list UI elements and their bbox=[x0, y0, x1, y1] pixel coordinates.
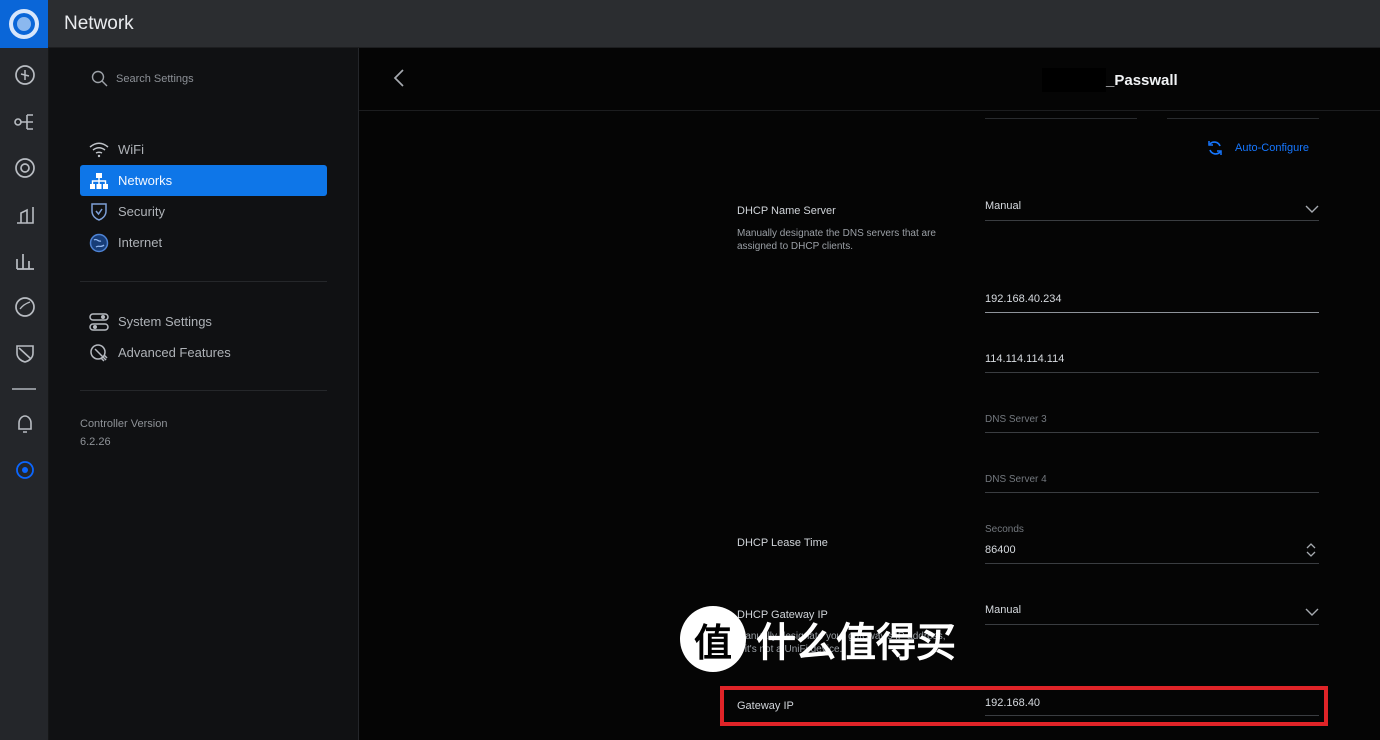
back-icon[interactable] bbox=[391, 68, 409, 88]
nav-label: Internet bbox=[118, 235, 163, 250]
dhcp-lease-time-label: DHCP Lease Time bbox=[737, 537, 828, 549]
shield-check-icon bbox=[88, 201, 109, 222]
chevron-down-icon[interactable] bbox=[1305, 204, 1319, 214]
lease-time-input[interactable]: 86400 bbox=[985, 544, 1016, 556]
field-line bbox=[985, 312, 1319, 313]
dhcp-name-server-label: DHCP Name Server bbox=[737, 205, 836, 217]
wifi-icon bbox=[88, 139, 109, 160]
globe-icon bbox=[88, 232, 109, 253]
topology-icon[interactable] bbox=[12, 109, 37, 134]
dns-server-1-input[interactable]: 192.168.40.234 bbox=[985, 293, 1061, 305]
notifications-icon[interactable] bbox=[12, 411, 37, 436]
settings-icon[interactable] bbox=[12, 457, 37, 482]
shield-icon[interactable] bbox=[12, 294, 37, 319]
rail-divider bbox=[12, 388, 36, 390]
toggle-icon bbox=[88, 311, 109, 332]
nav-label: Security bbox=[118, 204, 165, 219]
app-title: Network bbox=[64, 13, 134, 34]
controller-version: 6.2.26 bbox=[80, 436, 111, 448]
network-tree-icon bbox=[88, 170, 109, 191]
devices-icon[interactable] bbox=[12, 155, 37, 180]
stepper-icon[interactable] bbox=[1306, 542, 1316, 558]
dns-server-2-input[interactable]: 114.114.114.114 bbox=[985, 353, 1064, 365]
search-icon bbox=[91, 70, 108, 87]
controller-version-label: Controller Version bbox=[80, 418, 168, 430]
nav-item-advanced-features[interactable]: Advanced Features bbox=[80, 337, 327, 368]
nav-label: WiFi bbox=[118, 142, 144, 157]
redacted-network-name bbox=[1042, 68, 1106, 92]
nav-divider bbox=[80, 390, 327, 391]
field-line bbox=[985, 563, 1319, 564]
nav-item-wifi[interactable]: WiFi bbox=[80, 134, 327, 165]
nav-label: System Settings bbox=[118, 314, 212, 329]
nav-item-security[interactable]: Security bbox=[80, 196, 327, 227]
previous-field-line bbox=[985, 118, 1137, 119]
watermark: 值 什么值得买 bbox=[680, 606, 956, 672]
field-line bbox=[985, 432, 1319, 433]
red-highlight-box bbox=[720, 686, 1328, 726]
watermark-badge: 值 bbox=[680, 606, 746, 672]
nav-item-internet[interactable]: Internet bbox=[80, 227, 327, 258]
statistics-icon[interactable] bbox=[12, 202, 37, 227]
search-placeholder: Search Settings bbox=[116, 72, 194, 85]
watermark-text: 什么值得买 bbox=[756, 621, 956, 665]
events-icon[interactable] bbox=[12, 340, 37, 365]
dashboard-icon[interactable] bbox=[12, 62, 37, 87]
nav-divider bbox=[80, 281, 327, 282]
dhcp-name-server-help: Manually designate the DNS servers that … bbox=[737, 228, 936, 252]
field-line bbox=[985, 624, 1319, 625]
icon-rail bbox=[0, 48, 49, 740]
field-line bbox=[985, 492, 1319, 493]
previous-field-line bbox=[1167, 118, 1319, 119]
advanced-icon bbox=[88, 342, 109, 363]
dns-server-3-input[interactable]: DNS Server 3 bbox=[985, 414, 1047, 425]
insights-icon[interactable] bbox=[12, 248, 37, 273]
field-line bbox=[985, 372, 1319, 373]
dns-server-4-input[interactable]: DNS Server 4 bbox=[985, 474, 1047, 485]
top-bar: Network bbox=[0, 0, 1380, 48]
nav-label: Advanced Features bbox=[118, 345, 231, 360]
unifi-logo[interactable] bbox=[0, 0, 48, 48]
content-header: _Passwall bbox=[359, 48, 1380, 111]
nav-item-system-settings[interactable]: System Settings bbox=[80, 306, 327, 337]
search-input[interactable]: Search Settings bbox=[91, 70, 194, 87]
field-line bbox=[985, 220, 1319, 221]
nav-label: Networks bbox=[118, 173, 173, 188]
page-title: _Passwall bbox=[1106, 72, 1178, 89]
auto-configure-label: Auto-Configure bbox=[1235, 142, 1309, 154]
auto-configure-button[interactable]: Auto-Configure bbox=[1207, 140, 1309, 156]
nav-item-networks[interactable]: Networks bbox=[80, 165, 327, 196]
refresh-icon bbox=[1208, 141, 1222, 155]
settings-panel: Search Settings WiFi Networks Security I… bbox=[49, 48, 359, 740]
lease-time-unit: Seconds bbox=[985, 524, 1024, 535]
dhcp-gateway-ip-select[interactable]: Manual bbox=[985, 604, 1021, 616]
chevron-down-icon[interactable] bbox=[1305, 607, 1319, 617]
dhcp-name-server-select[interactable]: Manual bbox=[985, 200, 1021, 212]
